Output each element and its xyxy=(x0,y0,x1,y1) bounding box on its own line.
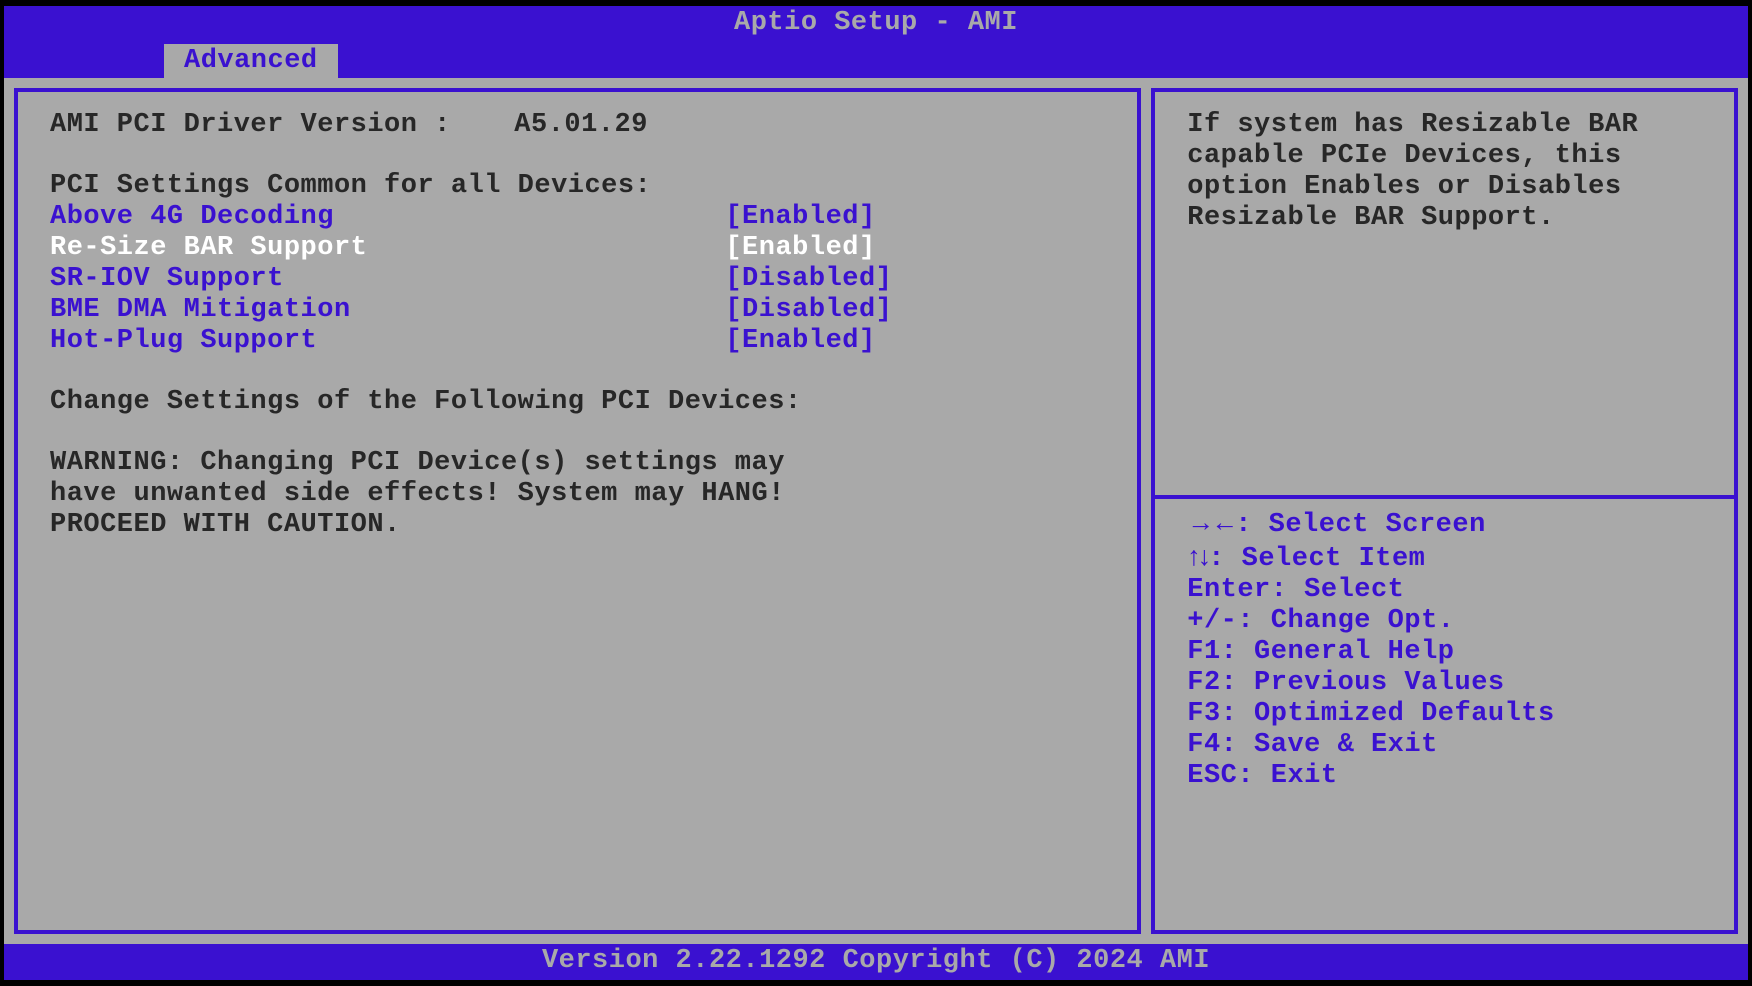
hint-esc: ESC: Exit xyxy=(1187,761,1702,792)
settings-panel: AMI PCI Driver Version : A5.01.29 PCI Se… xyxy=(14,88,1141,934)
tab-bar: Advanced xyxy=(4,42,1748,78)
setting-above-4g[interactable]: Above 4G Decoding [Enabled] xyxy=(50,202,1105,233)
setting-label: Re-Size BAR Support xyxy=(50,233,725,264)
setting-label: Above 4G Decoding xyxy=(50,202,725,233)
tab-advanced[interactable]: Advanced xyxy=(164,44,338,78)
hint-f4: F4: Save & Exit xyxy=(1187,730,1702,761)
driver-version-row: AMI PCI Driver Version : A5.01.29 xyxy=(50,110,1105,141)
hint-enter: Enter: Select xyxy=(1187,575,1702,606)
footer-text: Version 2.22.1292 Copyright (C) 2024 AMI xyxy=(542,946,1210,976)
app-title: Aptio Setup - AMI xyxy=(734,8,1018,38)
setting-label: BME DMA Mitigation xyxy=(50,295,725,326)
footer-bar: Version 2.22.1292 Copyright (C) 2024 AMI xyxy=(4,944,1748,980)
help-panel: If system has Resizable BAR capable PCIe… xyxy=(1151,88,1738,934)
setting-label: Hot-Plug Support xyxy=(50,326,725,357)
hint-plusminus: +/-: Change Opt. xyxy=(1187,606,1702,637)
warning-line-3: PROCEED WITH CAUTION. xyxy=(50,510,1105,541)
hint-select-item: ↑↓: Select Item xyxy=(1187,541,1702,575)
arrows-ud-icon: ↑↓ xyxy=(1187,541,1208,571)
setting-label: SR-IOV Support xyxy=(50,264,725,295)
driver-version-value: A5.01.29 xyxy=(514,110,648,141)
driver-version-label: AMI PCI Driver Version : xyxy=(50,110,514,141)
setting-hotplug[interactable]: Hot-Plug Support [Enabled] xyxy=(50,326,1105,357)
setting-resize-bar[interactable]: Re-Size BAR Support [Enabled] xyxy=(50,233,1105,264)
arrows-lr-icon: →← xyxy=(1187,507,1235,537)
tab-label: Advanced xyxy=(184,46,318,76)
hint-f1: F1: General Help xyxy=(1187,637,1702,668)
warning-line-1: WARNING: Changing PCI Device(s) settings… xyxy=(50,448,1105,479)
setting-value: [Disabled] xyxy=(725,264,892,295)
nav-hints: →←: Select Screen ↑↓: Select Item Enter:… xyxy=(1187,507,1702,792)
setting-value: [Enabled] xyxy=(725,326,875,357)
section-devices-label: Change Settings of the Following PCI Dev… xyxy=(50,387,1105,418)
setting-sriov[interactable]: SR-IOV Support [Disabled] xyxy=(50,264,1105,295)
help-separator xyxy=(1155,495,1734,499)
hint-f2: F2: Previous Values xyxy=(1187,668,1702,699)
setting-value: [Enabled] xyxy=(725,233,875,264)
warning-line-2: have unwanted side effects! System may H… xyxy=(50,479,1105,510)
setting-value: [Disabled] xyxy=(725,295,892,326)
main-body: AMI PCI Driver Version : A5.01.29 PCI Se… xyxy=(4,78,1748,944)
setting-bme-dma[interactable]: BME DMA Mitigation [Disabled] xyxy=(50,295,1105,326)
help-text: If system has Resizable BAR capable PCIe… xyxy=(1187,110,1702,495)
hint-f3: F3: Optimized Defaults xyxy=(1187,699,1702,730)
title-bar: Aptio Setup - AMI xyxy=(4,6,1748,42)
section-common-label: PCI Settings Common for all Devices: xyxy=(50,171,1105,202)
hint-select-screen: →←: Select Screen xyxy=(1187,507,1702,541)
setting-value: [Enabled] xyxy=(725,202,875,233)
